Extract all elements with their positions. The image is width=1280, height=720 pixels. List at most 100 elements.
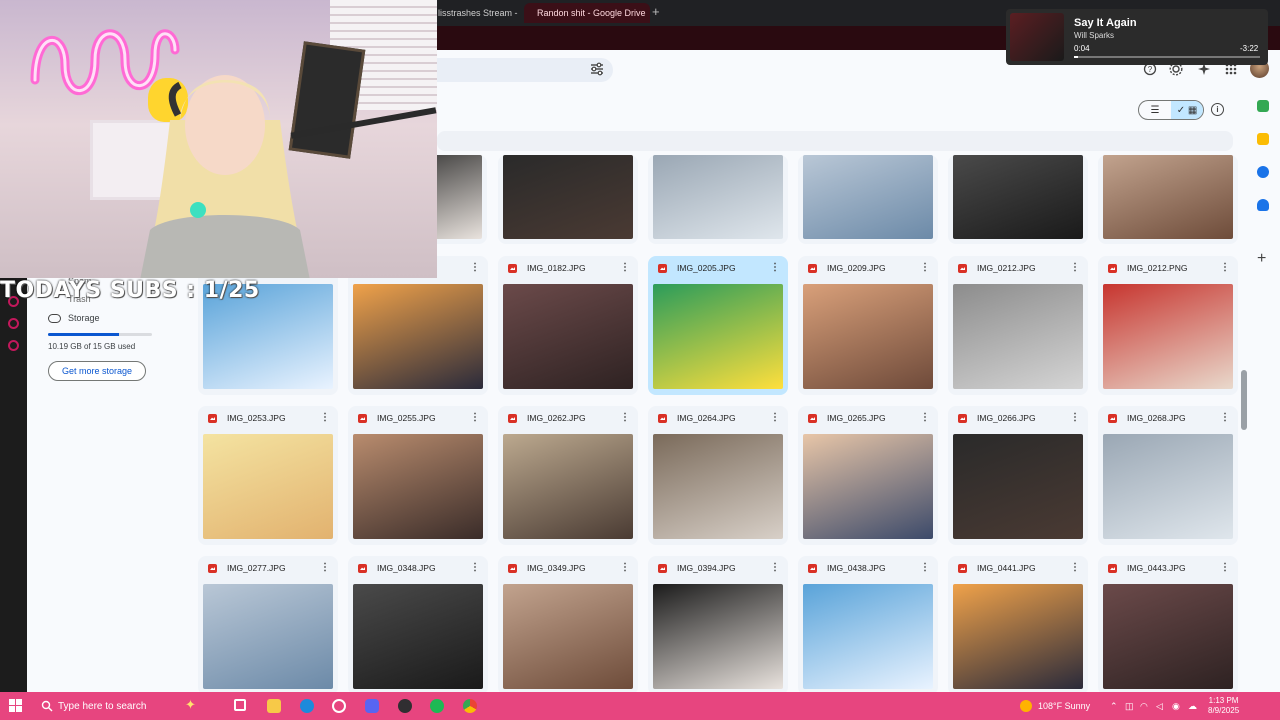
file-thumbnail[interactable] xyxy=(203,434,333,539)
file-thumbnail[interactable] xyxy=(503,155,633,239)
file-thumbnail[interactable] xyxy=(203,584,333,689)
more-actions-icon[interactable]: ⋮ xyxy=(470,262,480,273)
file-thumbnail[interactable] xyxy=(1103,155,1233,239)
tray-chevron-icon[interactable]: ⌃ xyxy=(1110,701,1118,712)
search-options-icon[interactable] xyxy=(590,62,604,76)
file-card[interactable]: IMG_0277.JPG ⋮ xyxy=(198,556,338,695)
grid-view-button[interactable]: ✓ ▦ xyxy=(1171,101,1203,119)
tray-volume-icon[interactable]: ◁ xyxy=(1156,701,1163,712)
more-actions-icon[interactable]: ⋮ xyxy=(620,262,630,273)
file-card[interactable] xyxy=(498,155,638,244)
file-card[interactable]: IMG_0182.JPG ⋮ xyxy=(498,256,638,395)
spotify-icon[interactable] xyxy=(430,699,444,713)
more-actions-icon[interactable]: ⋮ xyxy=(1220,562,1230,573)
more-actions-icon[interactable]: ⋮ xyxy=(770,412,780,423)
tray-cloud-icon[interactable]: ☁ xyxy=(1188,701,1197,712)
file-card[interactable]: IMG_0265.JPG ⋮ xyxy=(798,406,938,545)
rail-settings-icon[interactable] xyxy=(8,340,19,351)
file-thumbnail[interactable] xyxy=(653,584,783,689)
file-card[interactable] xyxy=(1098,155,1238,244)
file-thumbnail[interactable] xyxy=(503,434,633,539)
edge-icon[interactable] xyxy=(300,699,314,713)
file-card[interactable]: IMG_0441.JPG ⋮ xyxy=(948,556,1088,695)
contacts-icon[interactable] xyxy=(1257,199,1269,211)
file-card[interactable] xyxy=(948,155,1088,244)
file-card[interactable]: IMG_0268.JPG ⋮ xyxy=(1098,406,1238,545)
file-card[interactable]: IMG_0394.JPG ⋮ xyxy=(648,556,788,695)
more-actions-icon[interactable]: ⋮ xyxy=(1220,412,1230,423)
more-actions-icon[interactable]: ⋮ xyxy=(920,262,930,273)
file-card[interactable] xyxy=(648,155,788,244)
tray-speaker-icon[interactable]: ◉ xyxy=(1172,701,1180,712)
file-card[interactable]: IMG_0212.PNG ⋮ xyxy=(1098,256,1238,395)
file-thumbnail[interactable] xyxy=(953,584,1083,689)
obs-icon[interactable] xyxy=(398,699,412,713)
get-more-storage-button[interactable]: Get more storage xyxy=(48,361,146,381)
file-thumbnail[interactable] xyxy=(653,434,783,539)
more-actions-icon[interactable]: ⋮ xyxy=(1070,412,1080,423)
tray-network-icon[interactable]: ◫ xyxy=(1125,701,1134,712)
file-thumbnail[interactable] xyxy=(503,284,633,389)
more-actions-icon[interactable]: ⋮ xyxy=(1220,262,1230,273)
search-highlight-icon[interactable]: ✦ xyxy=(185,697,199,712)
more-actions-icon[interactable]: ⋮ xyxy=(1070,562,1080,573)
file-thumbnail[interactable] xyxy=(803,584,933,689)
more-actions-icon[interactable]: ⋮ xyxy=(620,562,630,573)
sidebar-item-storage[interactable]: Storage xyxy=(48,313,100,323)
file-thumbnail[interactable] xyxy=(1103,434,1233,539)
windows-start-icon[interactable] xyxy=(9,699,22,712)
rail-activity-icon[interactable] xyxy=(8,318,19,329)
file-card[interactable]: IMG_0253.JPG ⋮ xyxy=(198,406,338,545)
more-actions-icon[interactable]: ⋮ xyxy=(770,262,780,273)
file-card[interactable]: IMG_0262.JPG ⋮ xyxy=(498,406,638,545)
more-actions-icon[interactable]: ⋮ xyxy=(620,412,630,423)
file-thumbnail[interactable] xyxy=(353,584,483,689)
file-thumbnail[interactable] xyxy=(1103,284,1233,389)
tasks-icon[interactable] xyxy=(1257,166,1269,178)
file-thumbnail[interactable] xyxy=(353,284,483,389)
file-thumbnail[interactable] xyxy=(803,155,933,239)
chrome-icon[interactable] xyxy=(463,699,477,713)
keep-icon[interactable] xyxy=(1257,133,1269,145)
file-card[interactable] xyxy=(798,155,938,244)
file-card[interactable]: IMG_0212.JPG ⋮ xyxy=(948,256,1088,395)
task-view-icon[interactable] xyxy=(234,699,246,711)
file-thumbnail[interactable] xyxy=(353,434,483,539)
file-card[interactable]: IMG_0264.JPG ⋮ xyxy=(648,406,788,545)
file-thumbnail[interactable] xyxy=(953,284,1083,389)
more-actions-icon[interactable]: ⋮ xyxy=(470,412,480,423)
file-thumbnail[interactable] xyxy=(803,284,933,389)
more-actions-icon[interactable]: ⋮ xyxy=(1070,262,1080,273)
file-card[interactable]: IMG_0438.JPG ⋮ xyxy=(798,556,938,695)
list-view-button[interactable]: ☰ xyxy=(1139,101,1171,119)
discord-icon[interactable] xyxy=(365,699,379,713)
file-card[interactable]: IMG_0255.JPG ⋮ xyxy=(348,406,488,545)
file-thumbnail[interactable] xyxy=(953,434,1083,539)
more-actions-icon[interactable]: ⋮ xyxy=(770,562,780,573)
more-actions-icon[interactable]: ⋮ xyxy=(470,562,480,573)
details-info-icon[interactable]: i xyxy=(1211,103,1224,116)
file-thumbnail[interactable] xyxy=(803,434,933,539)
more-actions-icon[interactable]: ⋮ xyxy=(920,562,930,573)
file-thumbnail[interactable] xyxy=(1103,584,1233,689)
tray-wifi-icon[interactable]: ◠ xyxy=(1140,701,1148,712)
new-tab-button[interactable]: + xyxy=(652,4,660,19)
file-explorer-icon[interactable] xyxy=(267,699,281,713)
file-card[interactable]: IMG_0266.JPG ⋮ xyxy=(948,406,1088,545)
file-thumbnail[interactable] xyxy=(503,584,633,689)
file-card[interactable]: IMG_0349.JPG ⋮ xyxy=(498,556,638,695)
file-card[interactable]: IMG_0205.JPG ⋮ xyxy=(648,256,788,395)
calendar-icon[interactable] xyxy=(1257,100,1269,112)
more-actions-icon[interactable]: ⋮ xyxy=(320,412,330,423)
tab-stream[interactable]: lisstrashes Stream - xyxy=(430,3,522,23)
file-thumbnail[interactable] xyxy=(653,284,783,389)
file-card[interactable]: IMG_0348.JPG ⋮ xyxy=(348,556,488,695)
more-actions-icon[interactable]: ⋮ xyxy=(920,412,930,423)
opera-icon[interactable] xyxy=(332,699,346,713)
file-card[interactable]: IMG_0443.JPG ⋮ xyxy=(1098,556,1238,695)
search-input[interactable] xyxy=(437,58,613,82)
tab-google-drive[interactable]: Randon shit - Google Drive ✕ xyxy=(524,3,650,23)
file-thumbnail[interactable] xyxy=(653,155,783,239)
scrollbar-thumb[interactable] xyxy=(1241,370,1247,430)
file-thumbnail[interactable] xyxy=(953,155,1083,239)
